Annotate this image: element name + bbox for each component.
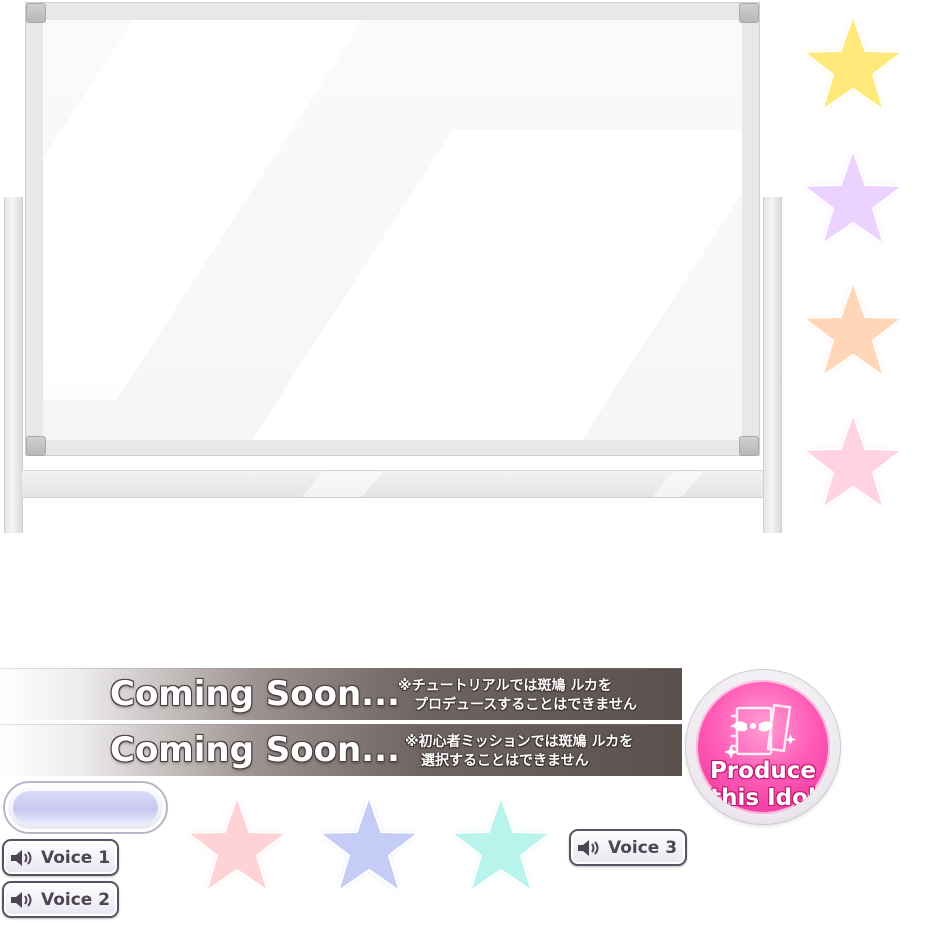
produce-idol-label: Produce this Idol xyxy=(696,758,830,812)
whiteboard-surface xyxy=(43,20,742,440)
speaker-icon xyxy=(11,849,32,866)
star-pink-icon xyxy=(800,410,906,516)
whiteboard xyxy=(26,3,759,455)
whiteboard-corner xyxy=(26,436,46,456)
coming-soon-banner-mission: Coming Soon... ※初心者ミッションでは斑鳩 ルカを 選択することは… xyxy=(0,724,682,776)
speaker-icon xyxy=(11,891,32,908)
whiteboard-left-leg xyxy=(4,197,23,533)
banner-note: ※初心者ミッションでは斑鳩 ルカを 選択することはできません xyxy=(405,733,633,771)
voice-3-button[interactable]: Voice 3 xyxy=(569,829,687,866)
produce-label-line1: Produce xyxy=(709,758,817,784)
voice-1-button[interactable]: Voice 1 xyxy=(2,839,119,876)
banner-note: ※チュートリアルでは斑鳩 ルカを プロデュースすることはできません xyxy=(398,677,637,715)
produce-idol-button-face[interactable]: Produce this Idol xyxy=(696,680,830,814)
whiteboard-right-leg xyxy=(763,197,782,533)
star-pink-bottom-icon xyxy=(184,793,290,899)
star-orange-icon xyxy=(800,278,906,384)
voice-2-label: Voice 2 xyxy=(41,889,111,910)
whiteboard-shine xyxy=(43,20,364,400)
whiteboard-shine xyxy=(245,130,742,440)
whiteboard-corner xyxy=(26,3,46,23)
star-purple-icon xyxy=(800,146,906,252)
banner-note-line1: ※初心者ミッションでは斑鳩 ルカを xyxy=(405,734,634,750)
banner-note-line2: プロデュースすることはできません xyxy=(414,697,637,713)
banner-title: Coming Soon... xyxy=(110,730,400,770)
whiteboard-corner xyxy=(739,3,759,23)
blank-pill-button[interactable] xyxy=(3,781,168,834)
banner-title: Coming Soon... xyxy=(110,674,400,714)
banner-note-line2: 選択することはできません xyxy=(421,753,589,769)
speaker-icon xyxy=(578,839,599,856)
star-blue-icon xyxy=(316,793,422,899)
coming-soon-banner-tutorial: Coming Soon... ※チュートリアルでは斑鳩 ルカを プロデュースする… xyxy=(0,668,682,720)
produce-idol-button[interactable]: Produce this Idol xyxy=(686,670,840,824)
pill-button-face xyxy=(13,791,158,824)
notebook-wings-icon xyxy=(725,703,796,759)
whiteboard-base-bar xyxy=(22,470,763,498)
voice-2-button[interactable]: Voice 2 xyxy=(2,881,119,918)
voice-1-label: Voice 1 xyxy=(41,847,111,868)
star-yellow-icon xyxy=(800,12,906,118)
star-cyan-icon xyxy=(448,793,554,899)
whiteboard-corner xyxy=(739,436,759,456)
voice-3-label: Voice 3 xyxy=(608,837,678,858)
produce-label-line2: this Idol xyxy=(710,785,816,811)
banner-note-line1: ※チュートリアルでは斑鳩 ルカを xyxy=(398,678,612,694)
